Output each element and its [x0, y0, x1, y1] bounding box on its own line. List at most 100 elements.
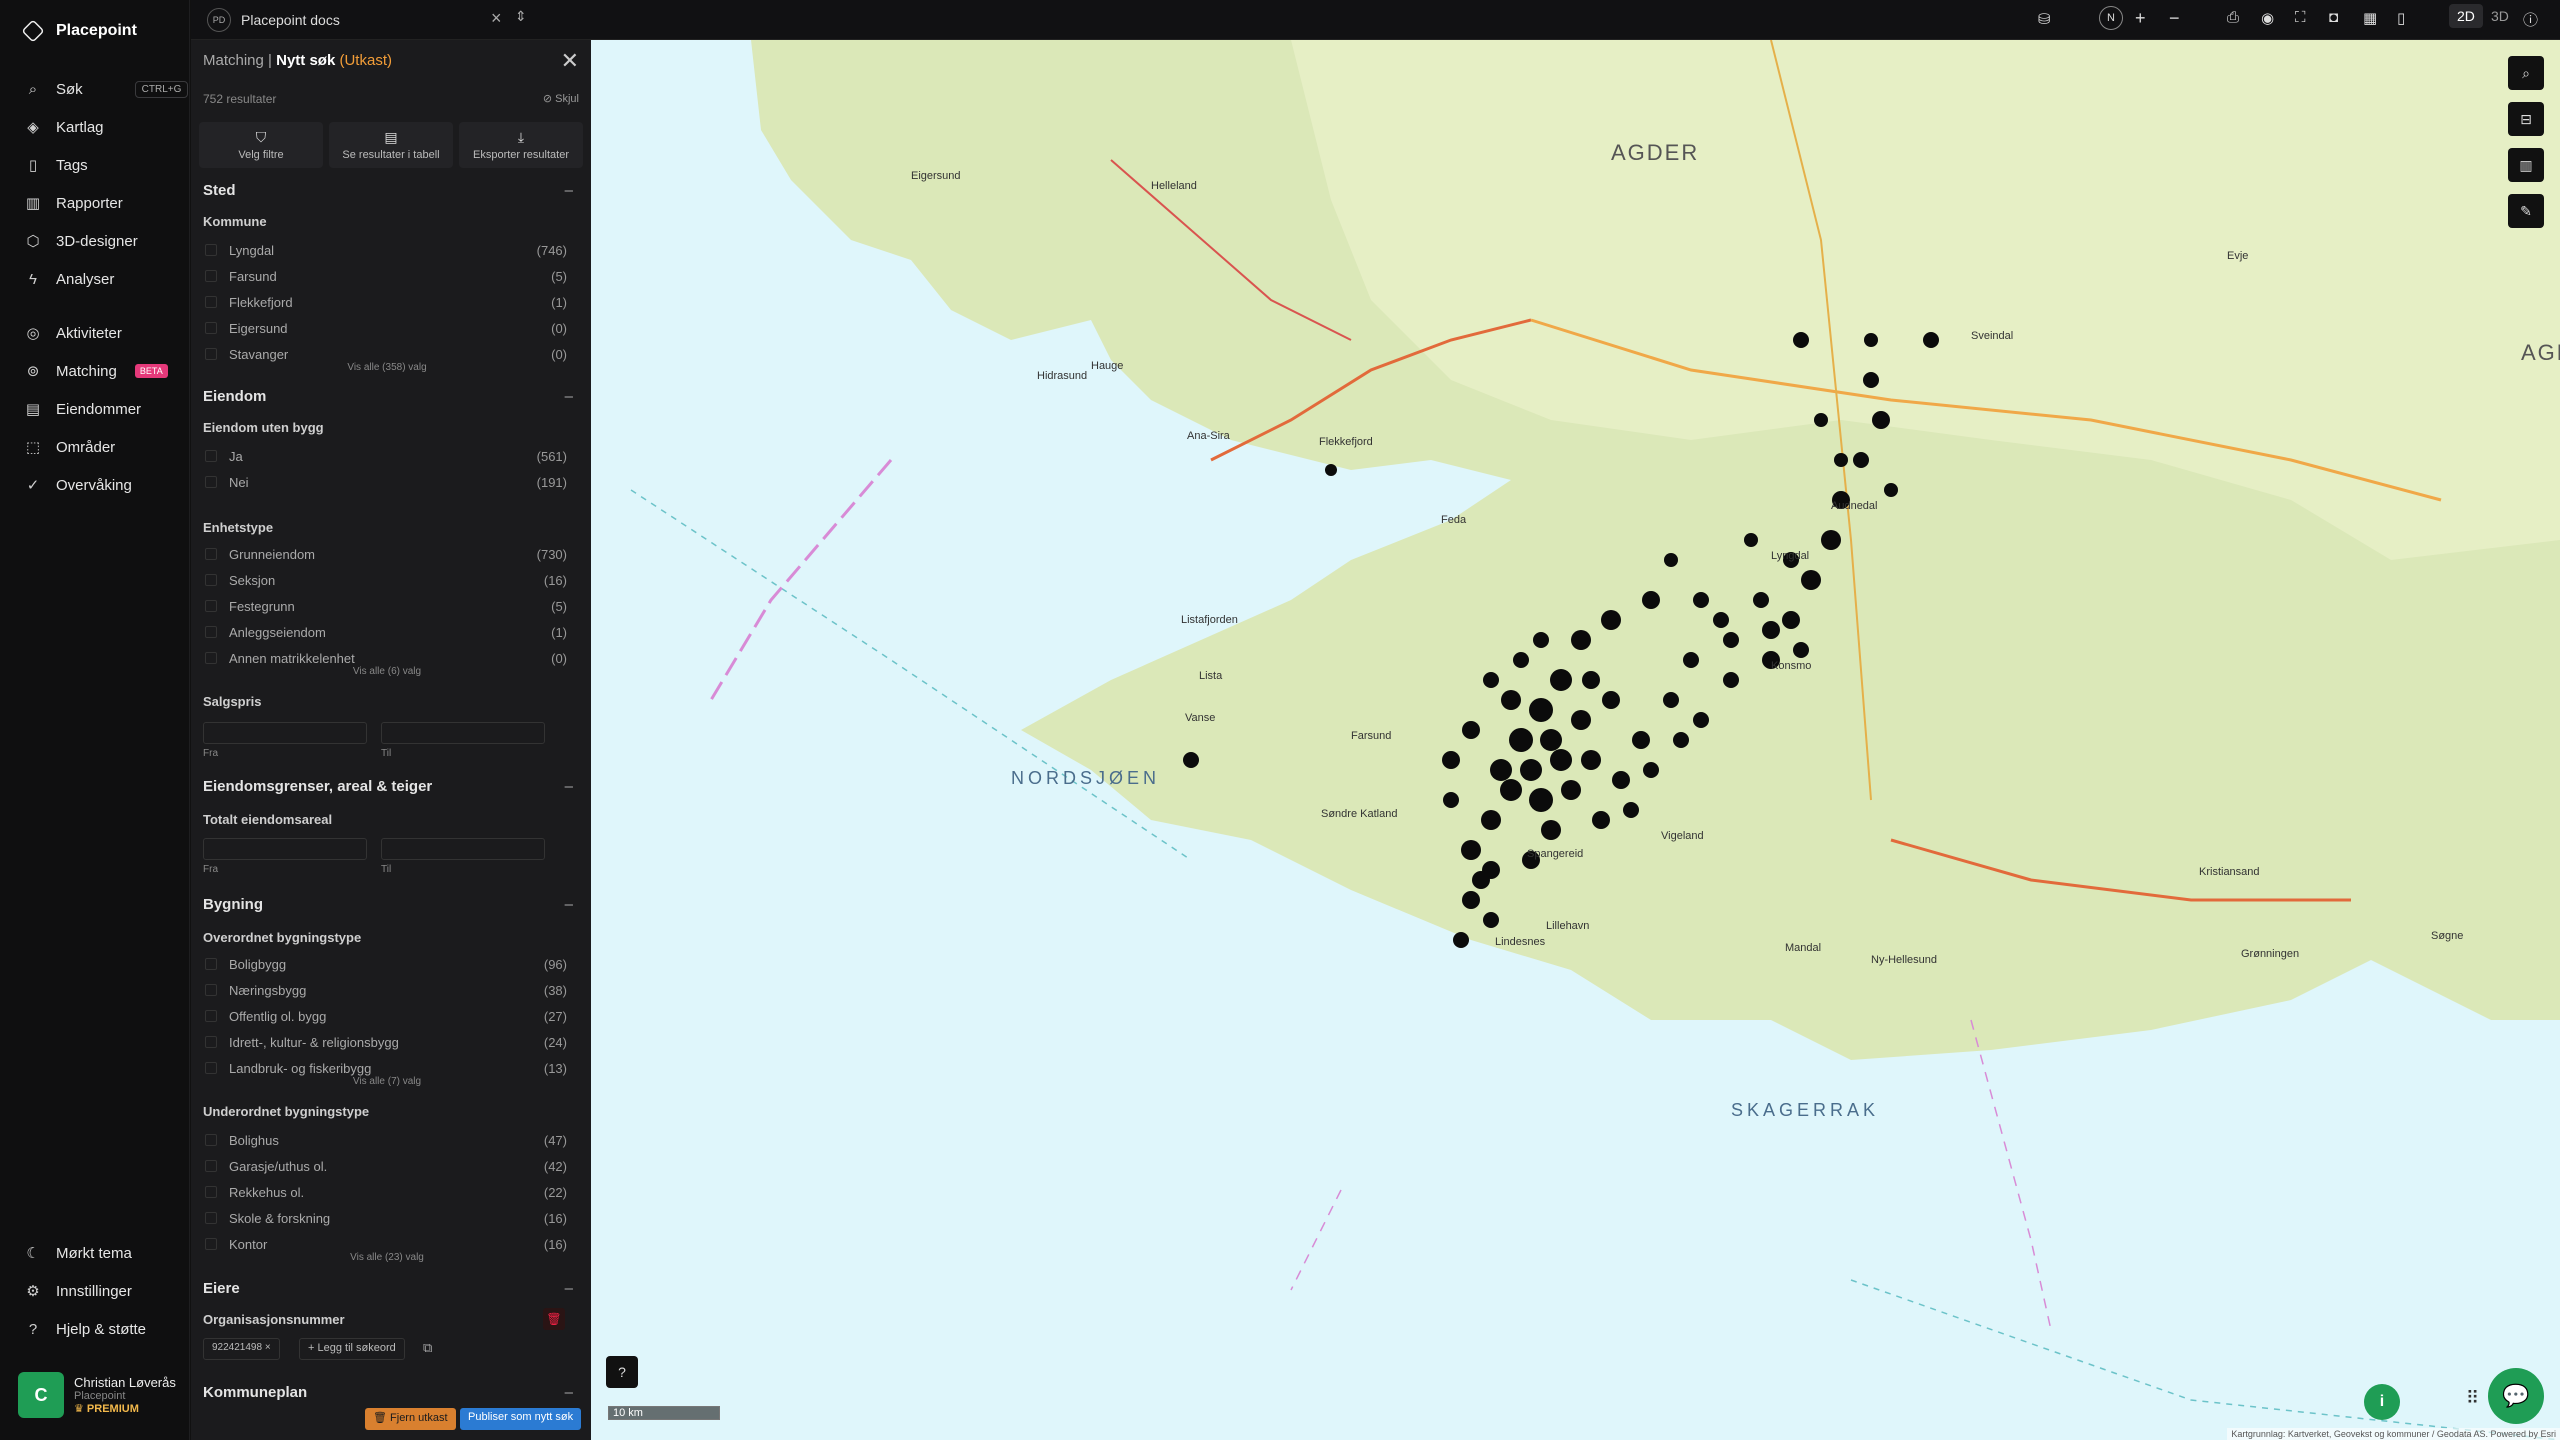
filter-option[interactable]: Garasje/uthus ol. (42) [205, 1156, 567, 1176]
results-table-button[interactable]: ▤ Se resultater i tabell [329, 122, 453, 168]
zoom-out-icon[interactable]: − [2169, 8, 2180, 29]
areal-to-input[interactable] [381, 838, 545, 860]
camera-icon[interactable]: ◘ [2329, 9, 2338, 26]
section-eiendomsgrenser[interactable]: Eiendomsgrenser, areal & teiger – [203, 778, 579, 795]
filter-option[interactable]: Anleggseiendom (1) [205, 622, 567, 642]
salgspris-from-input[interactable] [203, 722, 367, 744]
show-all-link[interactable]: Vis alle (7) valg [191, 1076, 583, 1087]
collapse-icon[interactable]: – [565, 182, 573, 199]
checkbox[interactable] [205, 1160, 217, 1172]
copy-icon[interactable]: ⧉ [423, 1340, 432, 1356]
checkbox[interactable] [205, 322, 217, 334]
collapse-icon[interactable]: – [565, 896, 573, 913]
eye-icon[interactable]: ◉ [2261, 9, 2274, 27]
checkbox[interactable] [205, 270, 217, 282]
filter-option[interactable]: Seksjon (16) [205, 570, 567, 590]
keyword-chip[interactable]: 922421498 × [203, 1338, 280, 1360]
filter-option[interactable]: Bolighus (47) [205, 1130, 567, 1150]
filter-option[interactable]: Festegrunn (5) [205, 596, 567, 616]
nav-item-analyser[interactable]: ϟ Analyser [24, 266, 114, 292]
map-canvas[interactable]: AGDER AGDER NORDSJØEN SKAGERRAK Flekkefj… [591, 40, 2560, 1440]
chevron-updown-icon[interactable]: ⇕ [515, 8, 527, 25]
show-all-link[interactable]: Vis alle (23) valg [191, 1252, 583, 1263]
filter-option[interactable]: Annen matrikkelenhet (0) [205, 648, 567, 668]
filter-option[interactable]: Nei (191) [205, 472, 567, 492]
add-keyword-button[interactable]: + Legg til søkeord [299, 1338, 405, 1360]
checkbox[interactable] [205, 476, 217, 488]
section-sted[interactable]: Sted – [203, 182, 579, 199]
remove-draft-button[interactable]: 🗑 Fjern utkast [365, 1408, 456, 1430]
nav-item-omrader[interactable]: ⬚ Områder [24, 434, 115, 460]
draw-tool-button[interactable]: ✎ [2508, 194, 2544, 228]
filter-option[interactable]: Boligbygg (96) [205, 954, 567, 974]
checkbox[interactable] [205, 548, 217, 560]
checkbox[interactable] [205, 600, 217, 612]
nav-item-overvaking[interactable]: ✓ Overvåking [24, 472, 132, 498]
checkbox[interactable] [205, 450, 217, 462]
filter-option[interactable]: Flekkefjord (1) [205, 292, 567, 312]
filter-option[interactable]: Rekkehus ol. (22) [205, 1182, 567, 1202]
print-icon[interactable]: ⎙ [2227, 9, 2239, 26]
collapse-icon[interactable]: – [565, 778, 573, 795]
checkbox[interactable] [205, 1062, 217, 1074]
nav-item-kartlag[interactable]: ◈ Kartlag [24, 114, 103, 140]
compass-icon[interactable]: N [2099, 6, 2123, 30]
info-button[interactable]: i [2364, 1384, 2400, 1420]
filter-option[interactable]: Ja (561) [205, 446, 567, 466]
map-help-button[interactable]: ? [606, 1356, 638, 1388]
filter-option[interactable]: Offentlig ol. bygg (27) [205, 1006, 567, 1026]
section-eiere[interactable]: Eiere – [203, 1280, 579, 1297]
chat-button[interactable]: 💬 [2488, 1368, 2544, 1424]
collapse-icon[interactable]: – [565, 388, 573, 405]
grid-icon[interactable]: ▦ [2363, 9, 2377, 27]
filter-option[interactable]: Idrett-, kultur- & religionsbygg (24) [205, 1032, 567, 1052]
nav-item-settings[interactable]: ⚙ Innstillinger [24, 1278, 132, 1304]
fullscreen-icon[interactable]: ⛶ [2295, 9, 2306, 26]
checkbox[interactable] [205, 1134, 217, 1146]
section-kommuneplan[interactable]: Kommuneplan – [203, 1384, 579, 1401]
trash-icon[interactable]: 🗑 [543, 1308, 565, 1330]
areal-from-input[interactable] [203, 838, 367, 860]
hide-button[interactable]: ⊘ Skjul [543, 92, 579, 105]
info-circle-icon[interactable]: ⓘ [2523, 9, 2538, 30]
export-results-button[interactable]: ⤓ Eksporter resultater [459, 122, 583, 168]
remove-chip-icon[interactable]: × [262, 1342, 271, 1353]
filter-option[interactable]: Landbruk- og fiskeribygg (13) [205, 1058, 567, 1078]
nav-item-search[interactable]: ⌕ Søk CTRL+G [24, 76, 189, 102]
checkbox[interactable] [205, 296, 217, 308]
checkbox[interactable] [205, 1212, 217, 1224]
user-profile[interactable]: C Christian Løverås Placepoint ♛ PREMIUM [18, 1372, 176, 1418]
nav-item-tags[interactable]: ▯ Tags [24, 152, 88, 178]
mode-2d-button[interactable]: 2D [2449, 4, 2483, 28]
checkbox[interactable] [205, 574, 217, 586]
checkbox[interactable] [205, 652, 217, 664]
checkbox[interactable] [205, 1010, 217, 1022]
checkbox[interactable] [205, 244, 217, 256]
checkbox[interactable] [205, 958, 217, 970]
show-all-link[interactable]: Vis alle (6) valg [191, 666, 583, 677]
checkbox[interactable] [205, 984, 217, 996]
checkbox[interactable] [205, 1238, 217, 1250]
brand[interactable]: Placepoint [21, 19, 137, 43]
show-all-link[interactable]: Vis alle (358) valg [191, 362, 583, 373]
nav-item-matching[interactable]: ⊚ Matching BETA [24, 358, 168, 384]
filter-option[interactable]: Lyngdal (746) [205, 240, 567, 260]
nav-item-3d-designer[interactable]: ⬡ 3D-designer [24, 228, 137, 254]
salgspris-to-input[interactable] [381, 722, 545, 744]
filter-option[interactable]: Kontor (16) [205, 1234, 567, 1254]
choose-filters-button[interactable]: ⛉ Velg filtre [199, 122, 323, 168]
close-icon[interactable]: × [491, 8, 502, 29]
mode-3d-button[interactable]: 3D [2491, 8, 2509, 24]
filter-option[interactable]: Stavanger (0) [205, 344, 567, 364]
zoom-in-icon[interactable]: + [2135, 8, 2146, 29]
close-panel-icon[interactable]: ✕ [561, 48, 579, 74]
breadcrumb-matching[interactable]: Matching [203, 52, 264, 69]
layers-stack-icon[interactable]: ⛁ [2038, 10, 2051, 28]
nav-item-dark-theme[interactable]: ☾ Mørkt tema [24, 1240, 132, 1266]
filter-option[interactable]: Næringsbygg (38) [205, 980, 567, 1000]
section-eiendom[interactable]: Eiendom – [203, 388, 579, 405]
map-search-tool-button[interactable]: ⌕ [2508, 56, 2544, 90]
filter-option[interactable]: Skole & forskning (16) [205, 1208, 567, 1228]
chart-tool-button[interactable]: ▥ [2508, 148, 2544, 182]
collapse-icon[interactable]: – [565, 1280, 573, 1297]
